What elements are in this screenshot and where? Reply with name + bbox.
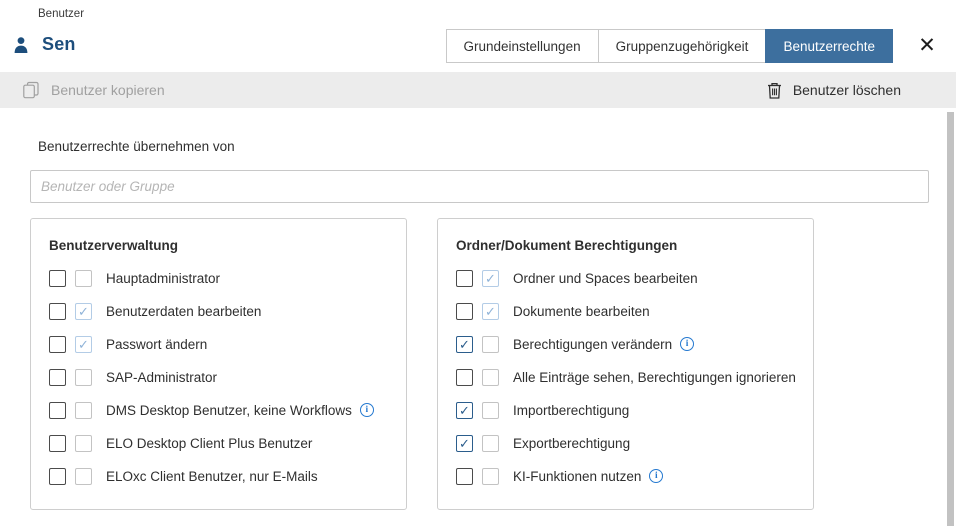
inherit-rights-label: Benutzerrechte übernehmen von xyxy=(38,139,235,154)
tab-grundeinstellungen[interactable]: Grundeinstellungen xyxy=(445,29,599,63)
user-or-group-input[interactable] xyxy=(30,170,929,203)
inherited-right-checkbox[interactable]: ✓ xyxy=(482,269,499,287)
dialog-header: Benutzer Sen Grundeinstellungen Gruppenz… xyxy=(0,0,956,72)
inherited-right-checkbox[interactable]: ✓ xyxy=(75,335,92,353)
info-icon[interactable]: i xyxy=(649,469,664,483)
permission-row: ✓ Dokumente bearbeiten xyxy=(456,301,801,321)
inherited-right-checkbox[interactable] xyxy=(482,335,499,353)
own-right-checkbox[interactable]: ✓ xyxy=(456,401,473,419)
info-icon[interactable]: i xyxy=(359,403,374,417)
permission-label: Ordner und Spaces bearbeiten xyxy=(513,270,698,286)
permission-label: Dokumente bearbeiten xyxy=(513,303,650,319)
inherited-right-checkbox[interactable] xyxy=(75,401,92,419)
scrollbar[interactable] xyxy=(944,110,956,526)
inherited-right-checkbox[interactable] xyxy=(482,467,499,485)
delete-user-button[interactable]: Benutzer löschen xyxy=(767,82,901,99)
inherited-right-checkbox[interactable] xyxy=(75,467,92,485)
own-right-checkbox[interactable] xyxy=(49,368,66,386)
permission-label: KI-Funktionen nutzen xyxy=(513,468,642,484)
permission-label: SAP-Administrator xyxy=(106,369,218,385)
permission-row: ✓ Passwort ändern xyxy=(49,334,394,354)
permission-row: ✓ Ordner und Spaces bearbeiten xyxy=(456,268,801,288)
tab-bar: Grundeinstellungen Gruppenzugehörigkeit … xyxy=(445,29,893,63)
close-icon[interactable]: ✕ xyxy=(915,33,939,57)
delete-user-label: Benutzer löschen xyxy=(792,82,901,98)
own-right-checkbox[interactable] xyxy=(49,467,66,485)
own-right-checkbox[interactable] xyxy=(456,269,473,287)
permission-list: ✓ Ordner und Spaces bearbeiten ✓ Dokumente … xyxy=(456,268,801,486)
copy-icon xyxy=(22,81,40,99)
info-icon[interactable]: i xyxy=(680,337,695,351)
own-right-checkbox[interactable] xyxy=(456,368,473,386)
inherited-right-checkbox[interactable]: ✓ xyxy=(482,302,499,320)
permission-row: ✓ Exportberechtigung xyxy=(456,433,801,453)
own-right-checkbox[interactable] xyxy=(49,434,66,452)
own-right-checkbox[interactable] xyxy=(456,302,473,320)
permission-label: Passwort ändern xyxy=(106,336,208,352)
trash-icon xyxy=(767,82,782,99)
copy-user-label: Benutzer kopieren xyxy=(51,82,165,98)
permission-label: ELO Desktop Client Plus Benutzer xyxy=(106,435,313,451)
user-icon xyxy=(12,36,30,54)
own-right-checkbox[interactable] xyxy=(49,335,66,353)
permission-label: Berechtigungen verändern xyxy=(513,336,673,352)
permission-label: Exportberechtigung xyxy=(513,435,631,451)
permission-row: Hauptadministrator xyxy=(49,268,394,288)
permission-label: ELOxc Client Benutzer, nur E-Mails xyxy=(106,468,318,484)
own-right-checkbox[interactable]: ✓ xyxy=(456,434,473,452)
own-right-checkbox[interactable] xyxy=(49,401,66,419)
inherited-right-checkbox[interactable] xyxy=(75,434,92,452)
scrollbar-thumb[interactable] xyxy=(947,112,954,526)
permission-row: ELOxc Client Benutzer, nur E-Mails xyxy=(49,466,394,486)
permission-list: Hauptadministrator ✓ Benutzerdaten bearbei… xyxy=(49,268,394,486)
tab-gruppenzugehoerigkeit[interactable]: Gruppenzugehörigkeit xyxy=(597,29,767,63)
permission-label: Alle Einträge sehen, Berechtigungen igno… xyxy=(513,369,796,385)
permission-label: Hauptadministrator xyxy=(106,270,221,286)
permission-row: SAP-Administrator xyxy=(49,367,394,387)
permission-row: KI-Funktionen nutzen i xyxy=(456,466,801,486)
inherited-right-checkbox[interactable] xyxy=(482,368,499,386)
permission-row: ✓ Berechtigungen verändern i xyxy=(456,334,801,354)
panel-title: Ordner/Dokument Berechtigungen xyxy=(456,238,678,253)
permission-row: ELO Desktop Client Plus Benutzer xyxy=(49,433,394,453)
panel-benutzerverwaltung: Benutzerverwaltung Hauptadministrator ✓ Be… xyxy=(30,218,407,510)
inherited-right-checkbox[interactable] xyxy=(482,401,499,419)
own-right-checkbox[interactable]: ✓ xyxy=(456,335,473,353)
permission-row: ✓ Benutzerdaten bearbeiten xyxy=(49,301,394,321)
inherited-right-checkbox[interactable]: ✓ xyxy=(75,302,92,320)
own-right-checkbox[interactable] xyxy=(49,269,66,287)
own-right-checkbox[interactable] xyxy=(49,302,66,320)
breadcrumb: Benutzer xyxy=(38,8,85,20)
inherited-right-checkbox[interactable] xyxy=(482,434,499,452)
permission-row: DMS Desktop Benutzer, keine Workflows i xyxy=(49,400,394,420)
own-right-checkbox[interactable] xyxy=(456,467,473,485)
permission-row: ✓ Importberechtigung xyxy=(456,400,801,420)
toolbar: Benutzer kopieren Benutzer löschen xyxy=(0,72,956,108)
inherited-right-checkbox[interactable] xyxy=(75,368,92,386)
inherited-right-checkbox[interactable] xyxy=(75,269,92,287)
permission-label: Benutzerdaten bearbeiten xyxy=(106,303,262,319)
page-title: Sen xyxy=(42,34,76,54)
panel-title: Benutzerverwaltung xyxy=(49,238,179,253)
copy-user-button[interactable]: Benutzer kopieren xyxy=(22,81,165,99)
permission-row: Alle Einträge sehen, Berechtigungen igno… xyxy=(456,367,801,387)
permission-label: Importberechtigung xyxy=(513,402,630,418)
permission-label: DMS Desktop Benutzer, keine Workflows xyxy=(106,402,352,418)
tab-benutzerrechte[interactable]: Benutzerrechte xyxy=(765,29,893,63)
panel-ordner-dokument-berechtigungen: Ordner/Dokument Berechtigungen ✓ Ordner u… xyxy=(437,218,814,510)
